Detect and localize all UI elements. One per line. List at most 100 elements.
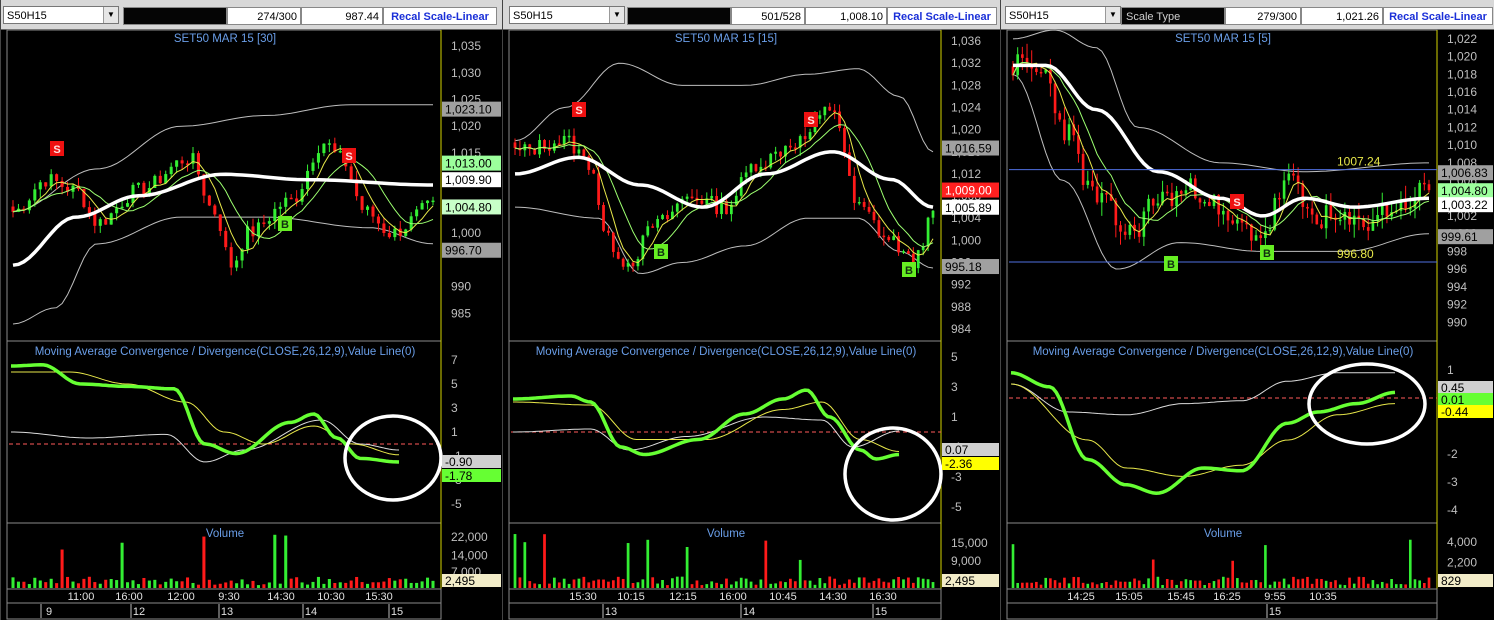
- volume-bar: [409, 582, 413, 588]
- volume-bar: [169, 578, 173, 588]
- volume-bar: [1114, 580, 1118, 588]
- price-tag-label: 1,009.00: [945, 184, 992, 198]
- level-label: 1007.24: [1337, 155, 1381, 169]
- candle-body: [548, 148, 551, 151]
- volume-bar: [784, 582, 787, 588]
- volume-bar: [1123, 581, 1127, 588]
- candle-body: [1063, 119, 1066, 141]
- chart-svg[interactable]: SET50 MAR 15 [5] Moving Average Convergen…: [1001, 0, 1494, 620]
- volume-bar: [1348, 577, 1351, 588]
- date-label: 15: [875, 606, 887, 618]
- volume-bar: [1399, 584, 1403, 588]
- volume-bar: [60, 549, 64, 588]
- volume-bar: [398, 579, 402, 588]
- volume-bar: [196, 584, 200, 588]
- volume-bar: [1268, 584, 1272, 588]
- candle-body: [749, 164, 753, 173]
- time-label: 12:00: [167, 591, 195, 603]
- volume-tick-label: 9,000: [951, 554, 981, 568]
- volume-bar: [700, 585, 704, 588]
- chart-svg[interactable]: SET50 MAR 15 [30] Moving Average Converge…: [1, 0, 503, 620]
- ma-long-line: [514, 150, 934, 209]
- volume-bar: [587, 582, 591, 588]
- candle-body: [295, 198, 299, 202]
- candle-body: [1427, 184, 1431, 191]
- candle-body: [376, 216, 380, 224]
- volume-bar: [316, 576, 320, 588]
- volume-bar: [538, 584, 541, 588]
- volume-bar: [789, 578, 792, 588]
- price-pane-frame: [6, 29, 442, 342]
- volume-bar: [911, 582, 915, 588]
- volume-bar: [66, 576, 70, 588]
- volume-bar: [431, 580, 435, 588]
- candle-body: [852, 175, 856, 203]
- date-label: 13: [605, 606, 617, 618]
- volume-bar: [376, 582, 380, 588]
- volume-bar: [803, 580, 807, 588]
- volume-bar: [848, 579, 851, 588]
- price-tick-label: 985: [451, 306, 471, 320]
- candle-body: [562, 135, 566, 145]
- volume-bar: [651, 577, 655, 588]
- volume-bar: [360, 582, 364, 588]
- candle-body: [1053, 83, 1057, 114]
- volume-bar: [164, 581, 168, 588]
- marker-label: S: [1233, 197, 1240, 209]
- price-tag-label: 1,013.00: [445, 157, 492, 171]
- macd-tag-label: -2.36: [945, 457, 973, 471]
- volume-bar: [120, 542, 124, 588]
- volume-bar: [306, 584, 310, 588]
- volume-bar: [175, 581, 179, 588]
- volume-bar: [1357, 576, 1361, 588]
- price-tick-label: 1,020: [951, 123, 981, 137]
- marker-label: B: [281, 219, 289, 231]
- volume-bar: [1025, 582, 1029, 588]
- chart-svg[interactable]: SET50 MAR 15 [15] Moving Average Converge…: [503, 0, 1001, 620]
- price-chart-title: SET50 MAR 15 [5]: [1175, 33, 1271, 45]
- volume-bar: [828, 576, 832, 588]
- volume-bar: [626, 543, 630, 588]
- volume-bar: [1394, 584, 1398, 588]
- candle-body: [1049, 69, 1052, 84]
- candle-body: [862, 202, 866, 207]
- volume-bar: [1175, 584, 1178, 588]
- volume-bar: [887, 582, 891, 588]
- volume-bar: [1240, 582, 1244, 588]
- candle-body: [1287, 173, 1291, 181]
- volume-bar: [670, 578, 674, 588]
- macd-line: [1010, 371, 1396, 495]
- price-tag-label: 999.61: [1441, 230, 1478, 244]
- macd-tick-label: 5: [951, 350, 958, 364]
- volume-bar: [1245, 582, 1249, 588]
- volume-bar: [1217, 579, 1220, 588]
- volume-tick-label: 22,000: [451, 530, 488, 544]
- volume-bar: [611, 580, 615, 588]
- macd-line: [11, 363, 400, 464]
- volume-bar: [749, 581, 753, 588]
- time-label: 14:30: [819, 591, 847, 603]
- volume-bar: [1184, 579, 1188, 588]
- volume-bar: [857, 577, 861, 588]
- price-tag-label: 1,023.10: [445, 103, 492, 117]
- volume-bar: [533, 583, 537, 588]
- candle-body: [1315, 214, 1319, 225]
- volume-bar: [1030, 582, 1034, 588]
- volume-bar: [1137, 580, 1141, 588]
- volume-bar: [180, 581, 184, 588]
- volume-bar: [1189, 580, 1192, 588]
- volume-tick-label: 14,000: [451, 549, 488, 563]
- price-tick-label: 994: [1447, 280, 1467, 294]
- price-tick-label: 1,020: [1447, 50, 1477, 64]
- candle-body: [38, 182, 42, 190]
- volume-bar: [833, 578, 837, 588]
- volume-bar: [720, 584, 723, 588]
- volume-bar: [1320, 579, 1323, 588]
- volume-bar: [22, 581, 26, 588]
- candle-body: [1203, 201, 1206, 204]
- candle-body: [1175, 191, 1178, 207]
- volume-bar: [387, 578, 391, 588]
- volume-bar: [87, 576, 91, 588]
- volume-bar: [1352, 583, 1356, 588]
- volume-bar: [793, 581, 797, 588]
